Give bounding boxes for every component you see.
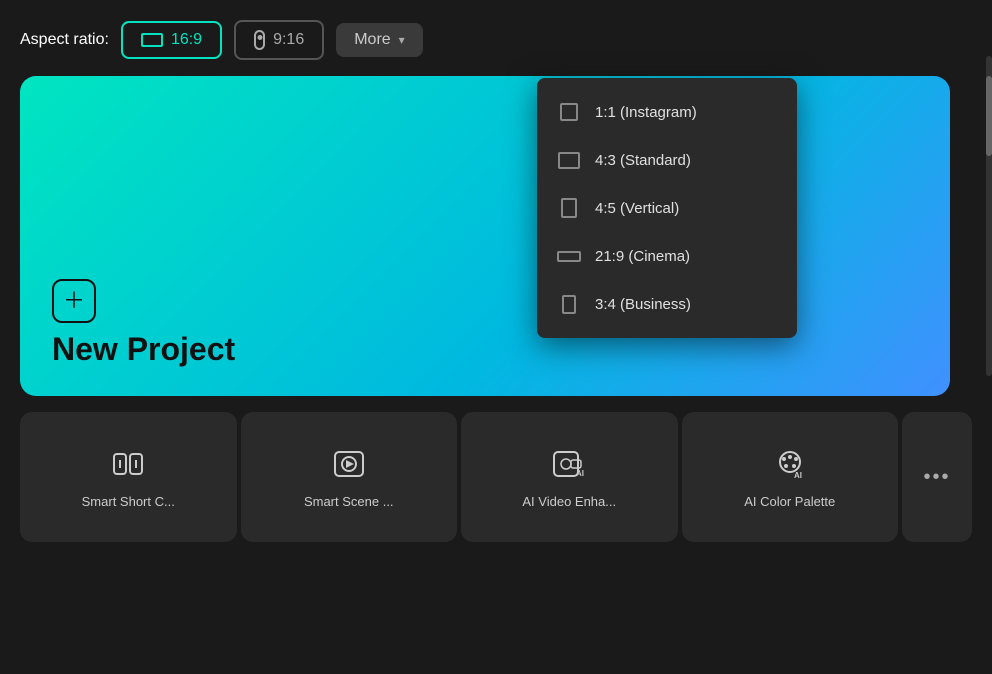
ratio-item-1-1[interactable]: 1:1 (Instagram): [537, 88, 797, 136]
ratio-45-icon: [557, 196, 581, 220]
add-icon-wrapper: ＋: [52, 279, 96, 323]
svg-text:AI: AI: [576, 469, 584, 478]
aspect-ratio-label: Aspect ratio:: [20, 31, 109, 49]
tool-ai-color[interactable]: AI AI Color Palette: [682, 412, 899, 542]
tool-ai-video[interactable]: AI AI Video Enha...: [461, 412, 678, 542]
ratio-label-1-1: 1:1 (Instagram): [595, 104, 697, 121]
ratio-item-4-3[interactable]: 4:3 (Standard): [537, 136, 797, 184]
ai-color-icon: AI: [772, 446, 808, 482]
aspect-ratio-row: Aspect ratio: 16:9 9:16 More ▾: [20, 20, 972, 60]
ratio-label-4-3: 4:3 (Standard): [595, 152, 691, 169]
portrait-icon: [254, 30, 265, 50]
more-dropdown-menu: 1:1 (Instagram) 4:3 (Standard) 4:5 (Vert…: [537, 78, 797, 338]
ratio-219-icon: [557, 244, 581, 268]
add-plus-icon: ＋: [63, 290, 85, 312]
smart-short-icon: [110, 446, 146, 482]
aspect-btn-169[interactable]: 16:9: [121, 21, 222, 59]
more-label: More: [354, 31, 390, 49]
ratio-label-21-9: 21:9 (Cinema): [595, 248, 690, 265]
tool-smart-short[interactable]: Smart Short C...: [20, 412, 237, 542]
scroll-thumb: [986, 76, 992, 156]
tool-ai-color-label: AI Color Palette: [744, 494, 835, 509]
ratio-43-icon: [557, 148, 581, 172]
more-dropdown-button[interactable]: More ▾: [336, 23, 422, 57]
tool-smart-short-label: Smart Short C...: [82, 494, 175, 509]
landscape-icon: [141, 33, 163, 47]
ratio-item-4-5[interactable]: 4:5 (Vertical): [537, 184, 797, 232]
ratio-label-3-4: 3:4 (Business): [595, 296, 691, 313]
ratio-label-4-5: 4:5 (Vertical): [595, 200, 679, 217]
scroll-track[interactable]: [986, 56, 992, 376]
ratio-item-3-4[interactable]: 3:4 (Business): [537, 280, 797, 328]
new-project-card[interactable]: ＋ New Project: [20, 76, 950, 396]
ratio-item-21-9[interactable]: 21:9 (Cinema): [537, 232, 797, 280]
svg-text:AI: AI: [794, 471, 802, 480]
aspect-btn-916[interactable]: 9:16: [234, 20, 324, 60]
ratio-34-icon: [557, 292, 581, 316]
more-tools-button[interactable]: •••: [902, 412, 972, 542]
ai-video-icon: AI: [551, 446, 587, 482]
more-tools-dots-icon: •••: [923, 466, 950, 489]
btn-169-label: 16:9: [171, 31, 202, 49]
tool-smart-scene-label: Smart Scene ...: [304, 494, 394, 509]
tools-row: Smart Short C... Smart Scene ... AI AI V…: [20, 412, 972, 542]
btn-916-label: 9:16: [273, 31, 304, 49]
tool-ai-video-label: AI Video Enha...: [522, 494, 616, 509]
smart-scene-icon: [331, 446, 367, 482]
ratio-square-icon: [557, 100, 581, 124]
tool-smart-scene[interactable]: Smart Scene ...: [241, 412, 458, 542]
chevron-down-icon: ▾: [399, 33, 405, 47]
